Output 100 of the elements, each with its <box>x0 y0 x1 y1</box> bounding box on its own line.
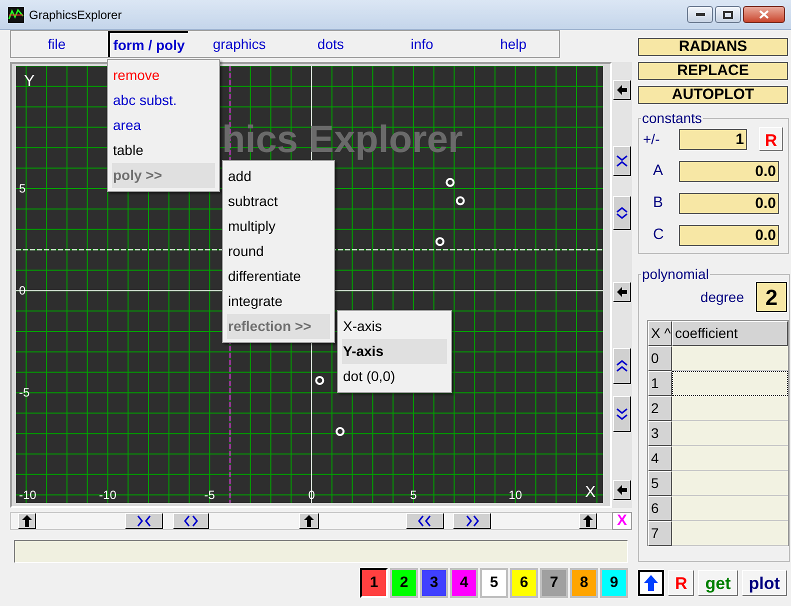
left-arrow-icon <box>615 83 629 97</box>
scroll-button[interactable] <box>613 80 631 100</box>
chevron-pair-icon <box>137 514 151 528</box>
menu-item[interactable]: area <box>112 113 215 138</box>
menu-tab[interactable]: help <box>468 31 559 57</box>
constant-field[interactable]: 1 <box>679 128 747 150</box>
scroll-button[interactable] <box>613 396 631 432</box>
menu-item[interactable]: X-axis <box>342 314 447 339</box>
row-header: 3 <box>648 421 672 446</box>
color-button[interactable]: 7 <box>540 568 568 598</box>
constant-label: A <box>652 160 664 181</box>
chevron-pair-icon <box>615 154 629 168</box>
double-chevron-left-icon <box>418 514 432 528</box>
coefficient-cell[interactable] <box>672 371 788 396</box>
menu-tab[interactable]: info <box>376 31 468 57</box>
row-header: 0 <box>648 346 672 371</box>
scroll-button[interactable] <box>18 513 36 529</box>
color-button[interactable]: 4 <box>450 568 478 598</box>
scroll-button[interactable] <box>299 513 319 529</box>
chevron-pair-icon <box>615 206 629 220</box>
color-button[interactable]: 6 <box>510 568 538 598</box>
action-button[interactable]: plot <box>742 570 787 596</box>
constant-field[interactable]: 0.0 <box>679 192 779 214</box>
menu-item[interactable]: subtract <box>227 189 330 214</box>
constant-label: B <box>652 192 664 213</box>
left-arrow-icon <box>615 285 629 299</box>
up-arrow-icon <box>20 514 34 528</box>
double-chevron-down-icon <box>615 407 629 421</box>
column-header: coefficient <box>672 321 788 346</box>
color-button[interactable]: 9 <box>600 568 628 598</box>
y-tick-label: -5 <box>19 386 30 400</box>
row-header: 7 <box>648 521 672 546</box>
scroll-button[interactable] <box>173 513 209 529</box>
menu-item[interactable]: differentiate <box>227 264 330 289</box>
menu-item[interactable]: reflection >> <box>227 314 330 339</box>
x-axis-label: X <box>585 484 596 501</box>
chevron-pair-icon <box>184 514 198 528</box>
mode-button[interactable]: RADIANS <box>638 38 788 56</box>
y-tick-label: 5 <box>19 182 26 196</box>
row-header: 2 <box>648 396 672 421</box>
scroll-button[interactable] <box>613 196 631 230</box>
x-tick-label: 5 <box>410 488 417 502</box>
data-point <box>456 196 465 206</box>
menu-item[interactable]: round <box>227 239 330 264</box>
double-chevron-right-icon <box>465 514 479 528</box>
menu-tab[interactable]: graphics <box>194 31 285 57</box>
menu-item[interactable]: dot (0,0) <box>342 364 447 389</box>
menu-tab[interactable]: file <box>11 31 102 57</box>
degree-label: degree <box>700 288 744 307</box>
row-header: 6 <box>648 496 672 521</box>
chart-icon <box>8 6 24 22</box>
menu-item[interactable]: add <box>227 164 330 189</box>
menu-item[interactable]: Y-axis <box>342 339 447 364</box>
color-button[interactable]: 1 <box>360 568 388 598</box>
color-button[interactable]: 8 <box>570 568 598 598</box>
up-button[interactable] <box>638 570 664 596</box>
data-point <box>336 427 345 436</box>
action-button[interactable]: get <box>698 570 738 596</box>
scroll-button[interactable] <box>613 282 631 302</box>
close-icon <box>759 10 769 19</box>
constant-field[interactable]: 0.0 <box>679 224 779 246</box>
menu-tab[interactable]: form / poly <box>108 31 188 57</box>
scroll-button[interactable] <box>613 480 631 500</box>
maximize-button[interactable] <box>715 6 741 23</box>
close-button[interactable] <box>743 6 785 23</box>
menu-item[interactable]: abc subst. <box>112 88 215 113</box>
double-chevron-up-icon <box>615 359 629 373</box>
scroll-button[interactable] <box>125 513 163 529</box>
scroll-button[interactable] <box>406 513 444 529</box>
reset-button[interactable]: R <box>759 127 783 151</box>
color-button[interactable]: 5 <box>480 568 508 598</box>
up-arrow-icon <box>581 514 595 528</box>
mode-button[interactable]: REPLACE <box>638 62 788 80</box>
scroll-button[interactable] <box>453 513 491 529</box>
left-arrow-icon <box>615 483 629 497</box>
mode-button[interactable]: AUTOPLOT <box>638 86 788 104</box>
status-field[interactable] <box>14 540 628 563</box>
action-button[interactable]: R <box>668 570 694 596</box>
color-button[interactable]: 2 <box>390 568 418 598</box>
menu-item[interactable]: remove <box>112 63 215 88</box>
minimize-button[interactable] <box>687 6 713 23</box>
column-header: X ^ <box>648 321 672 346</box>
x-tick-label: 10 <box>508 488 522 502</box>
x-tick-label: -5 <box>204 488 215 502</box>
scroll-button[interactable] <box>579 513 597 529</box>
data-point <box>446 178 455 187</box>
y-axis-label: Y <box>24 73 35 90</box>
menu-item[interactable]: poly >> <box>112 163 215 188</box>
scroll-button[interactable] <box>613 348 631 384</box>
up-arrow-icon <box>302 514 316 528</box>
constant-label: +/- <box>643 130 661 148</box>
scroll-button[interactable] <box>613 146 631 176</box>
constant-label: C <box>652 224 665 245</box>
constant-field[interactable]: 0.0 <box>679 160 779 182</box>
menu-item[interactable]: multiply <box>227 214 330 239</box>
menu-item[interactable]: integrate <box>227 289 330 314</box>
y-tick-label: -10 <box>19 488 36 502</box>
menu-item[interactable]: table <box>112 138 215 163</box>
menu-tab[interactable]: dots <box>285 31 376 57</box>
window-title: GraphicsExplorer <box>29 6 122 24</box>
